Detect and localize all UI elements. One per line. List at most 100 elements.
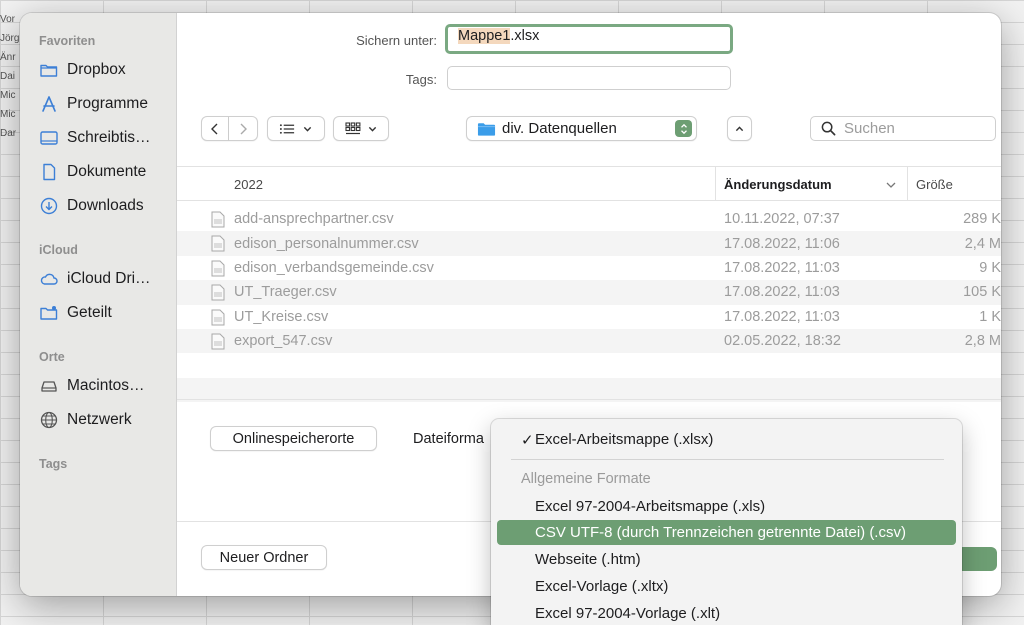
sidebar-item-icloud-drive[interactable]: iCloud Dri… [39,267,151,291]
save-button[interactable] [957,547,997,571]
desktop-icon [40,131,58,145]
shared-folder-icon [40,306,58,320]
sidebar-section-locations: Orte [39,350,65,364]
file-name: UT_Traeger.csv [234,284,337,301]
menu-item-xlt[interactable]: Excel 97-2004-Vorlage (.xlt) [497,601,956,625]
checkmark-icon: ✓ [521,431,534,449]
list-view-button[interactable] [267,116,325,141]
filename-selection: Mappe1 [458,28,511,44]
file-icon [211,333,225,350]
sidebar-section-icloud: iCloud [39,243,78,257]
file-size: 289 K [963,211,1001,228]
chevron-down-icon [303,126,312,132]
options-separator [177,399,1001,400]
search-icon [821,121,836,136]
file-size: 2,8 M [964,333,1001,350]
location-popup[interactable]: div. Datenquellen [466,116,697,141]
file-list: add-ansprechpartner.csv 10.11.2022, 07:3… [177,207,1001,403]
menu-item-xltx[interactable]: Excel-Vorlage (.xltx) [497,574,956,599]
column-divider [715,167,716,200]
file-format-menu: ✓ Excel-Arbeitsmappe (.xlsx) Allgemeine … [491,419,962,625]
sidebar-item-documents[interactable]: Dokumente [39,160,146,184]
file-size: 105 K [963,284,1001,301]
menu-item-label: Excel-Arbeitsmappe (.xlsx) [535,431,714,448]
file-size: 1 K [979,308,1001,325]
file-icon [211,211,225,228]
background-row-labels: Vor Jörg Änr Dai Mic Mic Dar [0,10,20,143]
save-as-label: Sichern unter: [356,33,437,48]
sidebar-item-label: Dropbox [67,61,126,78]
menu-item-xlsx[interactable]: ✓ Excel-Arbeitsmappe (.xlsx) [497,427,956,452]
file-format-label: Dateiforma [413,431,484,447]
disk-icon [41,381,57,392]
file-row[interactable]: UT_Kreise.csv 17.08.2022, 11:03 1 K [177,305,1001,329]
sidebar-item-macintosh[interactable]: Macintos… [39,374,145,398]
sidebar-item-label: Programme [67,95,148,112]
sidebar-item-programme[interactable]: Programme [39,92,148,116]
chevron-left-icon [211,123,218,134]
back-button[interactable] [201,116,229,141]
bg-label: Jörg [0,33,20,44]
sidebar-item-dropbox[interactable]: Dropbox [39,58,126,82]
file-row[interactable]: UT_Traeger.csv 17.08.2022, 11:03 105 K [177,280,1001,305]
file-name: UT_Kreise.csv [234,308,329,325]
location-label: div. Datenquellen [502,120,617,137]
sidebar-section-favorites: Favoriten [39,34,96,48]
grid-icon [344,121,360,134]
sort-chevron-icon [886,182,896,188]
online-locations-button[interactable]: Onlinespeicherorte [210,426,377,451]
file-date: 10.11.2022, 07:37 [724,211,840,228]
tags-label: Tags: [405,72,437,87]
column-divider [907,167,908,200]
collapse-button[interactable] [727,116,752,141]
sidebar-item-label: Netzwerk [67,411,132,428]
column-header-size[interactable]: Größe [916,177,953,192]
sidebar-item-label: Downloads [67,197,144,214]
sidebar-item-label: Macintos… [67,377,145,394]
menu-item-xls[interactable]: Excel 97-2004-Arbeitsmappe (.xls) [497,494,956,519]
menu-item-htm[interactable]: Webseite (.htm) [497,547,956,572]
menu-group-header: Allgemeine Formate [521,471,651,487]
filename-field[interactable]: Mappe1.xlsx [445,24,733,54]
bg-label: Änr [0,52,16,63]
filename-extension: .xlsx [510,28,540,44]
file-row[interactable]: export_547.csv 02.05.2022, 18:32 2,8 M [177,328,1001,354]
sidebar-item-label: Dokumente [67,163,147,180]
sidebar-item-shared[interactable]: Geteilt [39,301,112,325]
bg-label: Dar [0,128,17,139]
list-icon [279,123,295,134]
file-date: 17.08.2022, 11:03 [724,308,840,325]
new-folder-button[interactable]: Neuer Ordner [201,545,327,570]
download-icon [40,197,58,215]
file-date: 02.05.2022, 18:32 [724,333,841,350]
file-size: 2,4 M [964,235,1001,252]
sidebar-item-label: iCloud Dri… [67,270,151,287]
sidebar-section-tags: Tags [39,457,68,471]
chevron-up-icon [735,125,744,131]
folder-icon [477,122,496,136]
folder-icon [40,64,58,77]
file-row[interactable]: add-ansprechpartner.csv 10.11.2022, 07:3… [177,207,1001,231]
sidebar-item-desktop[interactable]: Schreibtis… [39,126,151,150]
sidebar-item-downloads[interactable]: Downloads [39,194,144,218]
file-row[interactable]: edison_personalnummer.csv 17.08.2022, 11… [177,231,1001,256]
column-header-date[interactable]: Änderungsdatum [724,177,832,192]
globe-icon [40,411,58,429]
location-stepper [675,120,692,137]
file-size: 9 K [979,259,1001,276]
file-row[interactable]: edison_verbandsgemeinde.csv 17.08.2022, … [177,256,1001,280]
sidebar-item-label: Geteilt [67,304,112,321]
chevron-right-icon [240,123,247,134]
file-icon [211,309,225,326]
forward-button[interactable] [229,116,258,141]
tags-field[interactable] [447,66,731,90]
search-field[interactable]: Suchen [810,116,996,141]
empty-row [177,353,1001,377]
sidebar-item-network[interactable]: Netzwerk [39,408,132,432]
file-icon [211,260,225,277]
grid-view-button[interactable] [333,116,389,141]
menu-item-csv-utf8[interactable]: CSV UTF-8 (durch Trennzeichen getrennte … [497,520,956,545]
column-header-name[interactable]: 2022 [234,177,263,192]
file-icon [211,235,225,252]
file-date: 17.08.2022, 11:03 [724,284,840,301]
